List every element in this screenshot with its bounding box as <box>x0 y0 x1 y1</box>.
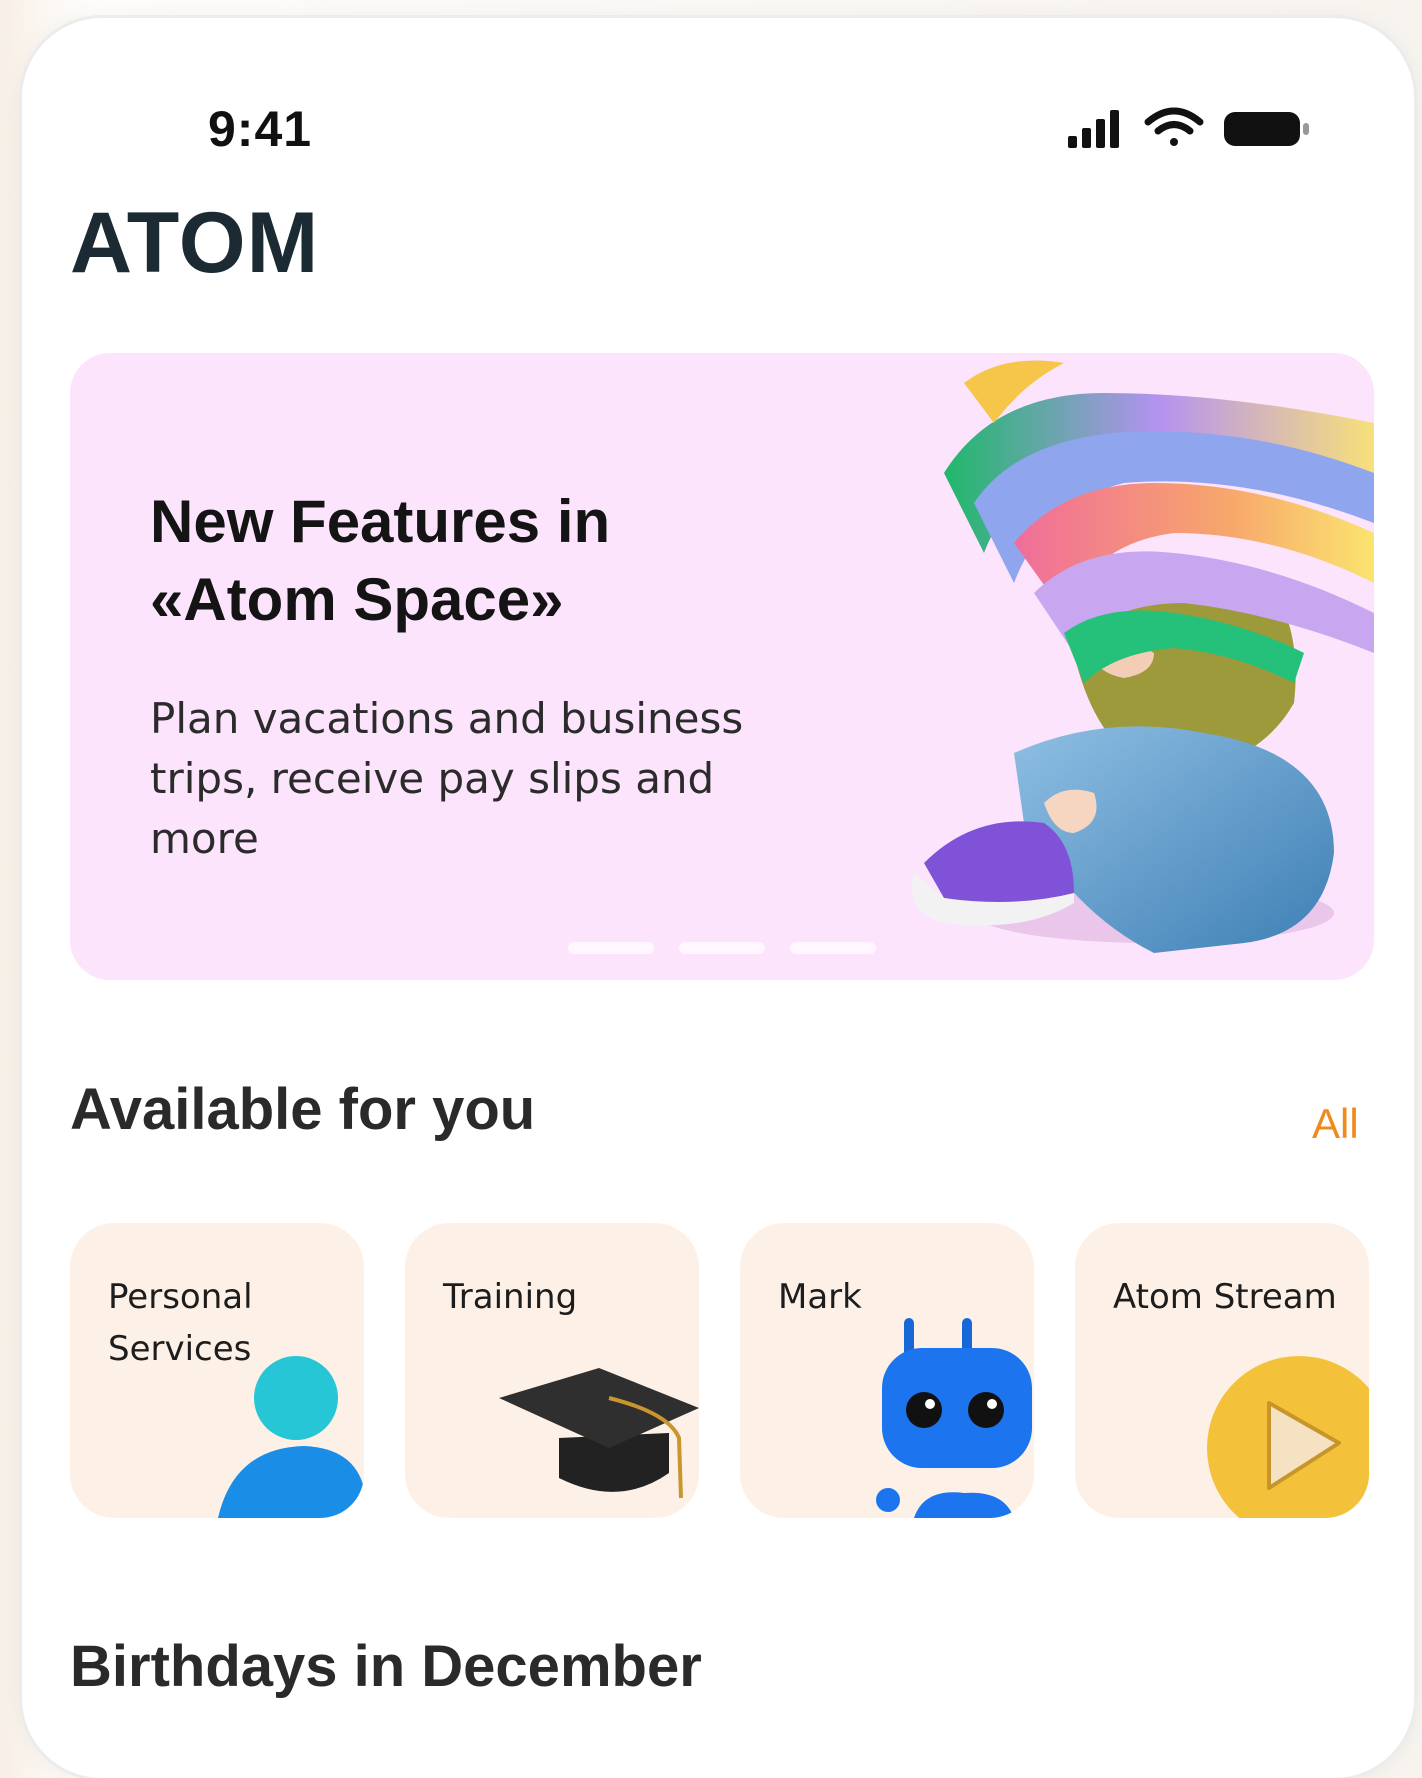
all-link[interactable]: All <box>1312 1100 1359 1148</box>
carousel-dot[interactable] <box>679 942 765 954</box>
card-mark[interactable]: Mark <box>740 1223 1034 1518</box>
signal-icon <box>1068 110 1119 148</box>
battery-icon <box>1224 112 1309 146</box>
logo-text: ATOM <box>70 206 319 286</box>
promo-banner[interactable]: New Features in «Atom Space» Plan vacati… <box>70 353 1374 980</box>
card-label: Atom Stream <box>1113 1277 1337 1317</box>
carousel-dots[interactable] <box>568 942 876 954</box>
available-section-title: Available for you <box>70 1077 536 1142</box>
banner-title-line1: New Features in <box>150 488 611 555</box>
card-training[interactable]: Training <box>405 1223 699 1518</box>
wifi-icon <box>1144 107 1204 146</box>
person-icon <box>218 1356 364 1518</box>
card-label: Mark <box>778 1277 862 1317</box>
phone-screen: 9:41 ATOM New Features in «Atom Space» P… <box>22 18 1414 1778</box>
card-label: Training <box>443 1277 578 1317</box>
banner-title: New Features in «Atom Space» <box>150 483 790 639</box>
carousel-dot[interactable] <box>568 942 654 954</box>
graduation-cap-icon <box>499 1368 699 1499</box>
birthdays-section-title: Birthdays in December <box>70 1634 702 1699</box>
carousel-dot[interactable] <box>790 942 876 954</box>
banner-illustration <box>912 360 1374 953</box>
banner-subtitle: Plan vacations and business trips, recei… <box>150 694 744 863</box>
play-icon <box>1207 1356 1369 1518</box>
atom-logo: ATOM <box>70 206 319 286</box>
card-atom-stream[interactable]: Atom Stream <box>1075 1223 1369 1518</box>
banner-title-line2: «Atom Space» <box>150 566 564 633</box>
card-personal-services[interactable]: Personal Services <box>70 1223 364 1518</box>
available-cards: Personal Services Training Mark Atom Str… <box>70 1223 1390 1518</box>
status-time: 9:41 <box>208 101 313 157</box>
status-icons <box>1068 107 1309 148</box>
robot-icon <box>876 1318 1032 1518</box>
